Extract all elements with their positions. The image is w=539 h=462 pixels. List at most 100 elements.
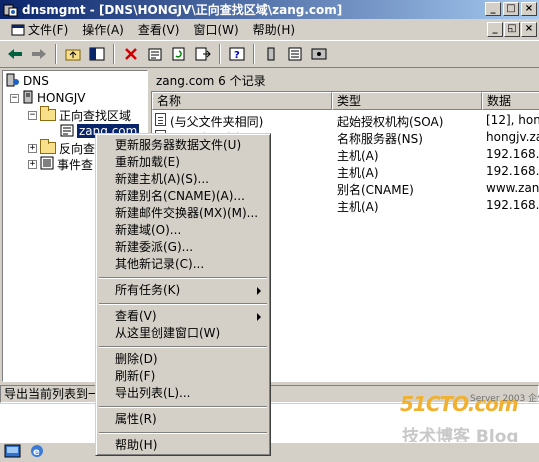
menu-separator [99,432,267,434]
tree-node-server[interactable]: − HONGJV [10,90,86,106]
toolbar-separator [219,44,221,64]
event-viewer-icon [40,156,54,173]
menu-item-export-list[interactable]: 导出列表(L)... [99,385,267,402]
menu-item-view-label: 查看(V) [115,309,157,323]
delete-icon[interactable] [120,43,142,65]
toolbar: ? [0,40,539,68]
show-tree-icon[interactable] [86,43,108,65]
back-icon[interactable] [4,43,26,65]
server-icon [22,90,34,107]
menu-help-label: 帮助(H) [252,23,296,37]
minimize-button[interactable]: _ [485,2,501,16]
tree-label-dns: DNS [23,74,49,88]
svg-text:?: ? [234,50,240,61]
internet-explorer-icon[interactable]: e [28,443,46,462]
menu-file[interactable]: 文件(F) [4,20,75,39]
menu-item-refresh[interactable]: 刷新(F) [99,368,267,385]
menu-item-delete[interactable]: 删除(D) [99,351,267,368]
export-icon[interactable] [192,43,214,65]
record-type: 主机(A) [337,149,379,163]
context-menu: 更新服务器数据文件(U) 重新加载(E) 新建主机(A)(S)... 新建别名(… [95,133,271,456]
watermark-edition: Server 2003 企业版 [470,394,539,404]
record-type: 主机(A) [337,166,379,180]
collapse-icon[interactable]: − [10,93,19,103]
submenu-arrow-icon [257,287,261,295]
menu-item-properties[interactable]: 属性(R) [99,411,267,428]
tree-node-forward-zone[interactable]: − 正向查找区域 [28,106,132,123]
record-data: hongjv.zan [486,130,539,144]
menu-item-new-mail-exchanger[interactable]: 新建邮件交换器(MX)(M)... [99,205,267,222]
details-header: zang.com 6 个记录 [151,70,539,92]
mmc-window: dnsmgmt - [DNS\HONGJV\正向查找区域\zang.com] _… [0,0,539,462]
record-data: [12], hong [486,113,539,127]
menu-separator [99,303,267,305]
close-button[interactable]: × [521,2,537,16]
toolbar-separator [113,44,115,64]
record-type: 别名(CNAME) [337,183,414,197]
toolbar-separator [253,44,255,64]
tools-icon[interactable] [308,43,330,65]
column-header-data[interactable]: 数据 [482,92,539,110]
menu-item-view[interactable]: 查看(V) [99,308,267,325]
menu-action[interactable]: 操作(A) [75,20,131,39]
record-data: www.zang [486,181,539,195]
menu-bar: 文件(F) 操作(A) 查看(V) 窗口(W) 帮助(H) _ ◱ × [0,19,539,40]
menu-item-new-window-from-here[interactable]: 从这里创建窗口(W) [99,325,267,342]
console-icon [11,23,25,37]
zone-icon [60,123,74,140]
up-folder-icon[interactable] [62,43,84,65]
server-list-icon[interactable] [284,43,306,65]
menu-view-label: 查看(V) [137,23,180,37]
dns-icon [6,73,20,90]
toolbar-separator [55,44,57,64]
menu-item-new-delegation[interactable]: 新建委派(G)... [99,239,267,256]
table-row[interactable]: (与父文件夹相同) 起始授权机构(SOA) [12], hong [152,112,539,129]
collapse-icon[interactable]: − [28,110,37,120]
record-type: 起始授权机构(SOA) [337,115,444,129]
menu-item-new-domain[interactable]: 新建域(O)... [99,222,267,239]
window-title: dnsmgmt - [DNS\HONGJV\正向查找区域\zang.com] [22,3,343,17]
child-close-button[interactable]: × [521,22,537,37]
column-header-type[interactable]: 类型 [332,92,482,110]
record-data: 192.168.1 [486,198,539,212]
submenu-arrow-icon [257,313,261,321]
refresh-icon[interactable] [168,43,190,65]
menu-action-label: 操作(A) [82,23,124,37]
menu-help[interactable]: 帮助(H) [246,20,302,39]
menu-item-update-server-data[interactable]: 更新服务器数据文件(U) [99,137,267,154]
menu-item-new-alias[interactable]: 新建别名(CNAME)(A)... [99,188,267,205]
menu-item-all-tasks[interactable]: 所有任务(K) [99,282,267,299]
expand-icon[interactable]: + [28,143,37,153]
column-header-name[interactable]: 名称 [152,92,332,110]
dns-app-icon [3,3,18,17]
menu-item-new-host[interactable]: 新建主机(A)(S)... [99,171,267,188]
properties-icon[interactable] [144,43,166,65]
child-restore-button[interactable]: ◱ [504,22,520,37]
menu-view[interactable]: 查看(V) [131,20,187,39]
expand-icon[interactable]: + [28,159,37,169]
record-type: 主机(A) [337,200,379,214]
svg-text:e: e [33,447,40,458]
menu-item-help[interactable]: 帮助(H) [99,437,267,454]
show-desktop-icon[interactable] [4,443,22,462]
menu-item-reload[interactable]: 重新加载(E) [99,154,267,171]
menu-separator [99,277,267,279]
title-bar[interactable]: dnsmgmt - [DNS\HONGJV\正向查找区域\zang.com] _… [0,0,539,19]
tree-node-reverse-zone[interactable]: + 反向查 [28,139,95,156]
help-icon[interactable]: ? [226,43,248,65]
server-icon[interactable] [260,43,282,65]
menu-window-label: 窗口(W) [193,23,239,37]
record-data: 192.168.1 [486,147,539,161]
maximize-button[interactable]: □ [503,2,519,16]
tree-label-server: HONGJV [37,91,86,105]
menu-window[interactable]: 窗口(W) [186,20,245,39]
menu-separator [99,346,267,348]
forward-icon[interactable] [28,43,50,65]
record-name: (与父文件夹相同) [170,115,264,129]
child-minimize-button[interactable]: _ [487,22,503,37]
tree-node-event-viewer[interactable]: + 事件查 [28,156,93,172]
tree-label-forward-zone: 正向查找区域 [59,108,132,123]
record-icon [155,113,166,126]
menu-item-other-new-records[interactable]: 其他新记录(C)... [99,256,267,273]
tree-node-dns[interactable]: DNS [6,73,49,89]
